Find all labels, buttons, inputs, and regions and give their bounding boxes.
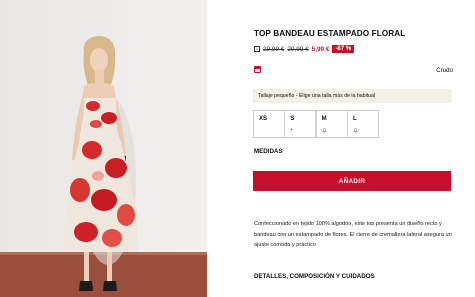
details-composition-care-link[interactable]: DETALLES, COMPOSICIÓN Y CUIDADOS [254,273,375,280]
size-label: S [290,116,295,122]
product-description: Confeccionado en tejido 100% algodón, es… [254,221,452,248]
info-icon[interactable]: i [254,46,260,52]
price-previous: 20,99 € [287,45,309,53]
color-name: Crudo [436,67,453,74]
size-note-text: Tallaje pequeño - Elige una talla más de… [258,93,376,99]
size-option-s[interactable]: S • [284,110,317,138]
color-swatch[interactable] [254,66,261,73]
size-label: XS [259,116,268,122]
dot-icon: • [290,127,293,133]
add-to-cart-button[interactable]: AÑADIR [253,171,451,191]
product-image[interactable] [0,0,207,297]
size-label: M [321,116,327,122]
measures-link[interactable]: MEDIDAS [254,148,283,155]
product-info-panel: TOP BANDEAU ESTAMPADO FLORAL i 29,99 € 2… [253,0,453,297]
price-original: 29,99 € [263,45,285,53]
size-option-l[interactable]: L [346,110,379,138]
size-option-m[interactable]: M [315,110,348,138]
discount-badge: -87 % [332,45,355,53]
size-selector: XS S • M L [253,110,379,138]
price-current: 5,99 € [311,45,330,53]
bell-icon [353,128,358,133]
bell-icon [322,128,327,133]
size-note-banner: Tallaje pequeño - Elige una talla más de… [253,89,451,103]
size-option-xs[interactable]: XS [253,110,285,138]
price-row: i 29,99 € 20,99 € 5,99 € -87 % [254,44,355,54]
model-photo [0,0,207,297]
product-title: TOP BANDEAU ESTAMPADO FLORAL [254,29,406,38]
size-label: L [352,116,357,122]
